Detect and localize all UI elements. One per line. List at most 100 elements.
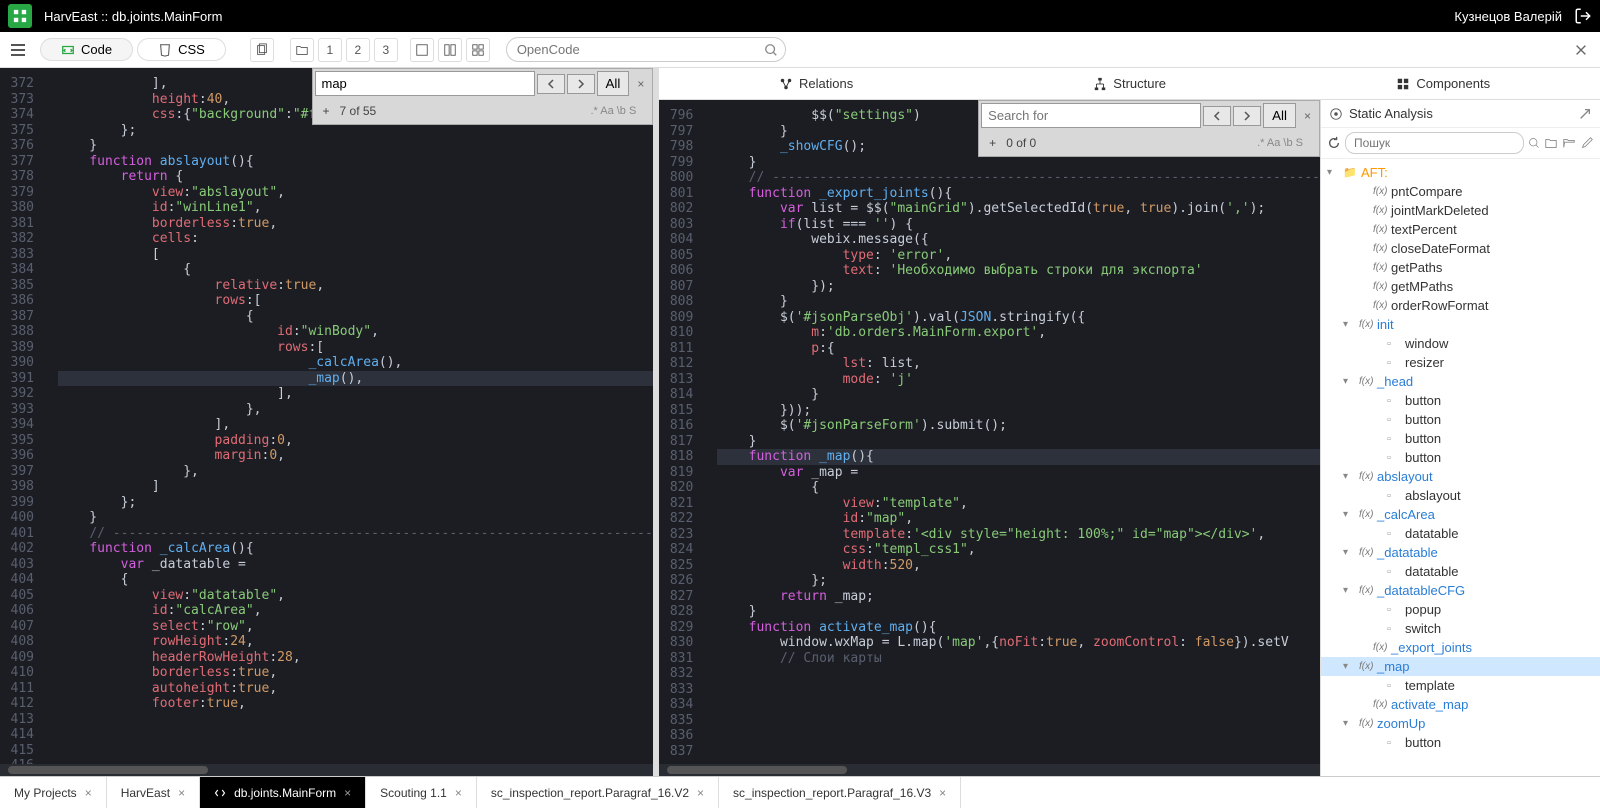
hscroll-right[interactable] xyxy=(659,764,1320,776)
tree-item[interactable]: ▫button xyxy=(1321,448,1600,467)
hamburger-icon[interactable] xyxy=(8,40,28,60)
bottom-tab[interactable]: HarvEast× xyxy=(107,777,200,808)
bottom-tab[interactable]: db.joints.MainForm× xyxy=(200,777,366,808)
find-all-left[interactable]: All xyxy=(597,71,630,96)
tree-item[interactable]: ▫abslayout xyxy=(1321,486,1600,505)
tree-item[interactable]: f(x)orderRowFormat xyxy=(1321,296,1600,315)
tree-item[interactable]: ▫popup xyxy=(1321,600,1600,619)
tab-code-label: Code xyxy=(81,42,112,57)
tab-code[interactable]: Code xyxy=(40,38,133,61)
find-opts-left[interactable]: .* Aa \b S xyxy=(590,105,642,117)
editor-left: All × + 7 of 55 .* Aa \b S 372 373 374 3… xyxy=(0,68,653,776)
tree-item[interactable]: f(x)closeDateFormat xyxy=(1321,239,1600,258)
folder-closed-icon[interactable] xyxy=(1544,136,1558,150)
edit-icon[interactable] xyxy=(1580,136,1594,150)
tree-item[interactable]: f(x)_export_joints xyxy=(1321,638,1600,657)
tree-item[interactable]: ▫resizer xyxy=(1321,353,1600,372)
tree-item[interactable]: ▾f(x)abslayout xyxy=(1321,467,1600,486)
tree-item[interactable]: ▫button xyxy=(1321,410,1600,429)
refresh-icon[interactable] xyxy=(1327,136,1341,150)
tree-item[interactable]: ▫button xyxy=(1321,391,1600,410)
tab-structure[interactable]: Structure xyxy=(973,70,1287,97)
bottom-tab[interactable]: Scouting 1.1× xyxy=(366,777,477,808)
close-icon[interactable]: × xyxy=(344,786,351,800)
find-prev-left[interactable] xyxy=(537,74,565,94)
static-search-row xyxy=(1321,128,1600,159)
find-next-right[interactable] xyxy=(1233,106,1261,126)
app-icon[interactable] xyxy=(8,4,32,28)
tree-item[interactable]: ▾f(x)init xyxy=(1321,315,1600,334)
search-icon[interactable] xyxy=(764,43,778,57)
tree-item[interactable]: f(x)getMPaths xyxy=(1321,277,1600,296)
tab-css[interactable]: CSS xyxy=(137,38,226,61)
tree-item[interactable]: ▾f(x)zoomUp xyxy=(1321,714,1600,733)
find-next-left[interactable] xyxy=(567,74,595,94)
find-prev-right[interactable] xyxy=(1203,106,1231,126)
tree-item[interactable]: f(x)getPaths xyxy=(1321,258,1600,277)
folder-icon-toolbar[interactable] xyxy=(290,38,314,62)
tab-relations[interactable]: Relations xyxy=(659,70,973,97)
code-content-left[interactable]: ], height:40, css:{"background":"#f5f5f5… xyxy=(42,68,653,764)
tree-item[interactable]: f(x)jointMarkDeleted xyxy=(1321,201,1600,220)
code-content-right[interactable]: $$("settings") } _showCFG(); } // ------… xyxy=(701,100,1320,764)
editor-right: All × + 0 of 0 .* Aa \b S 796 797 798 79… xyxy=(659,100,1320,776)
num-2-button[interactable]: 2 xyxy=(346,38,370,62)
find-plus-left[interactable]: + xyxy=(323,104,330,118)
layout-2-icon[interactable] xyxy=(438,38,462,62)
layout-3-icon[interactable] xyxy=(466,38,490,62)
find-bar-right: All × + 0 of 0 .* Aa \b S xyxy=(978,100,1320,157)
tree-item[interactable]: ▫datatable xyxy=(1321,524,1600,543)
find-plus-right[interactable]: + xyxy=(989,136,996,150)
close-icon[interactable]: × xyxy=(939,786,946,800)
tree-item[interactable]: ▫switch xyxy=(1321,619,1600,638)
tree-item[interactable]: ▾f(x)_head xyxy=(1321,372,1600,391)
logout-icon[interactable] xyxy=(1574,7,1592,25)
app-header: HarvEast :: db.joints.MainForm Кузнецов … xyxy=(0,0,1600,32)
copy-icon[interactable] xyxy=(250,38,274,62)
gutter-left: 372 373 374 375 376 377 378 379 380 381 … xyxy=(0,68,42,764)
tree-item[interactable]: ▫button xyxy=(1321,733,1600,752)
folder-open-icon[interactable] xyxy=(1562,136,1576,150)
tree-item[interactable]: ▫window xyxy=(1321,334,1600,353)
tree-item[interactable]: ▾f(x)_map xyxy=(1321,657,1600,676)
static-tree[interactable]: ▾📁AFT:f(x)pntComparef(x)jointMarkDeleted… xyxy=(1321,159,1600,776)
main-area: All × + 7 of 55 .* Aa \b S 372 373 374 3… xyxy=(0,68,1600,776)
tree-item[interactable]: f(x)pntCompare xyxy=(1321,182,1600,201)
tree-item[interactable]: ▫datatable xyxy=(1321,562,1600,581)
opencode-input[interactable] xyxy=(506,37,786,62)
find-input-right[interactable] xyxy=(981,103,1201,128)
static-analysis-panel: Static Analysis xyxy=(1320,100,1600,776)
find-opts-right[interactable]: .* Aa \b S xyxy=(1257,137,1309,149)
gutter-right: 796 797 798 799 800 801 802 803 804 805 … xyxy=(659,100,701,764)
close-icon[interactable]: × xyxy=(455,786,462,800)
find-close-right[interactable]: × xyxy=(1298,107,1317,125)
code-area-right[interactable]: 796 797 798 799 800 801 802 803 804 805 … xyxy=(659,100,1320,764)
close-icon[interactable]: × xyxy=(697,786,704,800)
layout-1-icon[interactable] xyxy=(410,38,434,62)
close-panel-icon[interactable] xyxy=(1570,39,1592,61)
tree-root[interactable]: ▾📁AFT: xyxy=(1321,163,1600,182)
num-1-button[interactable]: 1 xyxy=(318,38,342,62)
static-search-input[interactable] xyxy=(1345,132,1524,154)
static-expand-icon[interactable] xyxy=(1578,107,1592,121)
tree-item[interactable]: f(x)textPercent xyxy=(1321,220,1600,239)
close-icon[interactable]: × xyxy=(85,786,92,800)
tab-components[interactable]: Components xyxy=(1286,70,1600,97)
bottom-tab[interactable]: sc_inspection_report.Paragraf_16.V3× xyxy=(719,777,961,808)
hscroll-left[interactable] xyxy=(0,764,653,776)
tree-item[interactable]: ▾f(x)_datatable xyxy=(1321,543,1600,562)
bottom-tab[interactable]: sc_inspection_report.Paragraf_16.V2× xyxy=(477,777,719,808)
find-all-right[interactable]: All xyxy=(1263,103,1296,128)
find-close-left[interactable]: × xyxy=(631,75,650,93)
tree-item[interactable]: ▫button xyxy=(1321,429,1600,448)
tree-item[interactable]: ▾f(x)_datatableCFG xyxy=(1321,581,1600,600)
num-3-button[interactable]: 3 xyxy=(374,38,398,62)
tree-item[interactable]: ▾f(x)_calcArea xyxy=(1321,505,1600,524)
close-icon[interactable]: × xyxy=(178,786,185,800)
tree-item[interactable]: ▫template xyxy=(1321,676,1600,695)
search-mini-icon[interactable] xyxy=(1528,137,1540,149)
code-area-left[interactable]: 372 373 374 375 376 377 378 379 380 381 … xyxy=(0,68,653,764)
tree-item[interactable]: f(x)activate_map xyxy=(1321,695,1600,714)
bottom-tab[interactable]: My Projects× xyxy=(0,777,107,808)
find-input-left[interactable] xyxy=(315,71,535,96)
